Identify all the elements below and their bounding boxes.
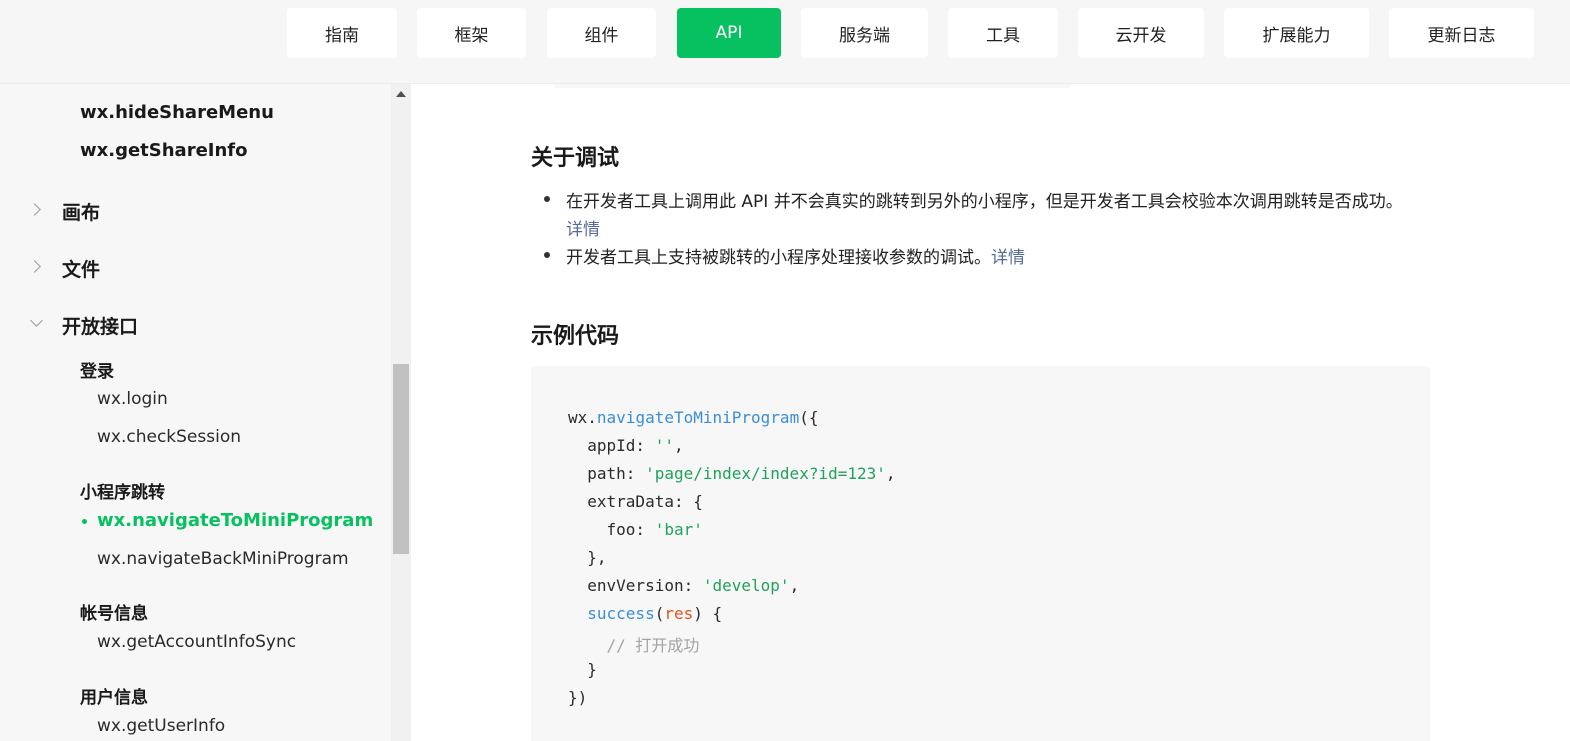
scroll-up-arrow-icon[interactable]	[396, 91, 406, 97]
code-line: foo: 'bar'	[568, 520, 703, 539]
code-line: path: 'page/index/index?id=123',	[568, 464, 896, 483]
debug-item-2-text: 开发者工具上支持被跳转的小程序处理接收参数的调试。	[566, 248, 991, 268]
chevron-down-icon[interactable]	[30, 314, 43, 327]
debug-item-1: 在开发者工具上调用此 API 并不会真实的跳转到另外的小程序，但是开发者工具会校…	[566, 187, 1403, 212]
code-line: // 打开成功	[568, 636, 700, 655]
debug-item-1-link-line: 详情	[566, 215, 600, 240]
nav-tab-components[interactable]: 组件	[547, 8, 656, 58]
bullet-icon	[544, 196, 550, 202]
nav-tab-extensions[interactable]: 扩展能力	[1224, 8, 1369, 58]
sidebar-link-get-user-info[interactable]: wx.getUserInfo	[97, 716, 225, 736]
main-content: 关于调试 在开发者工具上调用此 API 并不会真实的跳转到另外的小程序，但是开发…	[411, 84, 1570, 741]
code-line: }	[568, 660, 597, 679]
sidebar-link-get-account-info-sync[interactable]: wx.getAccountInfoSync	[97, 632, 296, 652]
chevron-right-icon[interactable]	[28, 260, 41, 273]
nav-tab-tools[interactable]: 工具	[948, 8, 1058, 58]
code-line: appId: '',	[568, 436, 684, 455]
previous-code-block	[554, 84, 1072, 88]
sidebar: wx.hideShareMenu wx.getShareInfo 画布 文件 开…	[0, 84, 391, 741]
nav-tab-guide[interactable]: 指南	[287, 8, 397, 58]
sidebar-group-account-info: 帐号信息	[80, 604, 148, 624]
debug-item-2: 开发者工具上支持被跳转的小程序处理接收参数的调试。详情	[566, 243, 1025, 268]
code-line: wx.navigateToMiniProgram({	[568, 408, 819, 427]
nav-tab-api[interactable]: API	[677, 8, 781, 58]
debug-item-1-details-link[interactable]: 详情	[566, 220, 600, 240]
sidebar-link-check-session[interactable]: wx.checkSession	[97, 427, 241, 447]
example-code-block: wx.navigateToMiniProgram({ appId: '', pa…	[531, 366, 1430, 741]
chevron-right-icon[interactable]	[28, 203, 41, 216]
debug-item-2-details-link[interactable]: 详情	[991, 248, 1025, 268]
sidebar-group-navigate: 小程序跳转	[80, 483, 165, 503]
bullet-icon	[544, 252, 550, 258]
nav-tab-framework[interactable]: 框架	[417, 8, 526, 58]
code-line: envVersion: 'develop',	[568, 576, 800, 595]
sidebar-group-user-info: 用户信息	[80, 688, 148, 708]
sidebar-link-login[interactable]: wx.login	[97, 389, 168, 409]
section-title-example: 示例代码	[531, 324, 620, 349]
debug-item-1-text: 在开发者工具上调用此 API 并不会真实的跳转到另外的小程序，但是开发者工具会校…	[566, 192, 1403, 212]
code-line: extraData: {	[568, 492, 703, 511]
sidebar-group-login: 登录	[80, 362, 114, 382]
nav-tab-cloud[interactable]: 云开发	[1078, 8, 1204, 58]
code-line: },	[568, 548, 607, 567]
nav-tab-server[interactable]: 服务端	[801, 8, 928, 58]
scrollbar-thumb[interactable]	[393, 364, 409, 554]
sidebar-scrollbar[interactable]	[391, 84, 411, 741]
active-dot-icon	[82, 519, 87, 524]
sidebar-link-navigate-back-mini-program[interactable]: wx.navigateBackMiniProgram	[97, 549, 349, 569]
sidebar-category-open-api[interactable]: 开放接口	[62, 312, 138, 339]
section-title-debug: 关于调试	[531, 146, 620, 171]
top-navigation: 指南 框架 组件 API 服务端 工具 云开发 扩展能力 更新日志	[0, 0, 1570, 84]
sidebar-category-file[interactable]: 文件	[62, 255, 100, 282]
sidebar-link-navigate-to-mini-program[interactable]: wx.navigateToMiniProgram	[97, 510, 373, 531]
code-line: success(res) {	[587, 604, 723, 623]
nav-tab-changelog[interactable]: 更新日志	[1389, 8, 1534, 58]
sidebar-item-get-share-info[interactable]: wx.getShareInfo	[80, 140, 248, 161]
sidebar-item-hide-share-menu[interactable]: wx.hideShareMenu	[80, 102, 274, 123]
sidebar-category-canvas[interactable]: 画布	[62, 198, 100, 225]
code-line: })	[568, 688, 588, 707]
